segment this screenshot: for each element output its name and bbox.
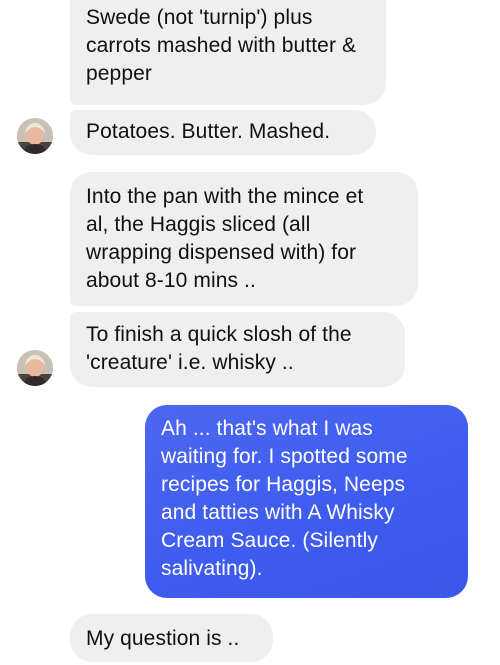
- message-bubble-incoming[interactable]: Potatoes. Butter. Mashed.: [70, 110, 376, 155]
- sender-avatar[interactable]: [17, 118, 53, 154]
- person-avatar-icon: [17, 118, 53, 154]
- message-bubble-incoming[interactable]: To finish a quick slosh of the 'creature…: [70, 312, 405, 387]
- message-thread: Swede (not 'turnip') plus carrots mashed…: [0, 0, 500, 665]
- message-bubble-incoming[interactable]: Into the pan with the mince et al, the H…: [70, 172, 418, 306]
- sender-avatar[interactable]: [17, 350, 53, 386]
- person-avatar-icon: [17, 350, 53, 386]
- message-bubble-incoming[interactable]: My question is ..: [70, 614, 273, 662]
- message-bubble-incoming[interactable]: Swede (not 'turnip') plus carrots mashed…: [70, 0, 386, 105]
- message-bubble-outgoing[interactable]: Ah ... that's what I was waiting for. I …: [145, 405, 468, 598]
